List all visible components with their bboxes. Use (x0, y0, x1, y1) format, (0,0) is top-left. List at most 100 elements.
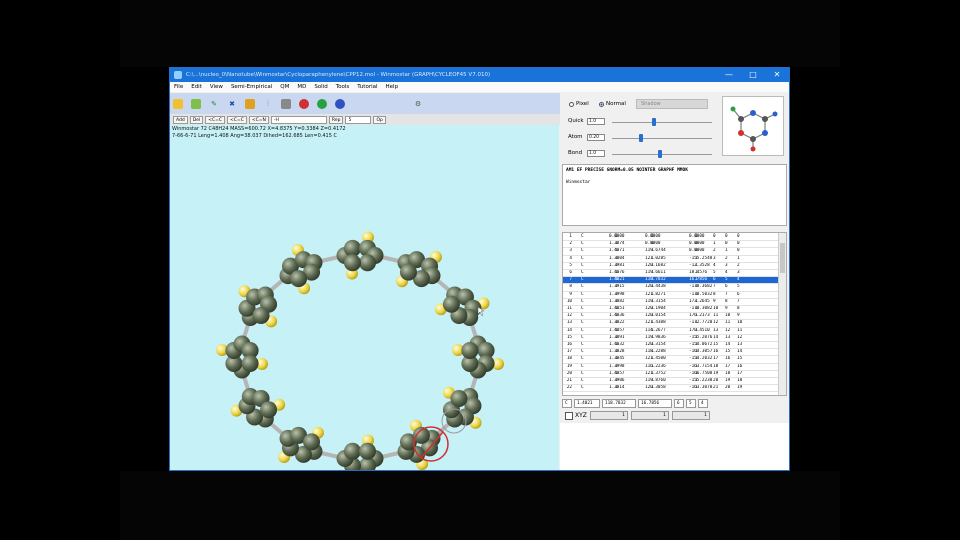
menu-qm[interactable]: QM (280, 84, 289, 90)
carbon-atom[interactable] (442, 295, 460, 313)
table-row[interactable]: 15 C 1.3891 1 119.9836 1 -155.2076 1 14 13 12 (563, 335, 779, 342)
atom-slider-track[interactable] (612, 138, 712, 139)
open-folder-icon[interactable] (173, 98, 183, 109)
table-row[interactable]: 21 C 1.3906 1 119.8760 1 -155.2238 1 20 19 18 (563, 378, 779, 386)
lock-icon[interactable] (245, 98, 255, 109)
bond-slider-thumb[interactable] (658, 150, 663, 158)
edit-dihedral[interactable]: 16.7856 (638, 399, 672, 408)
c-c-button-1[interactable]: <C=C (205, 115, 226, 124)
group-select[interactable]: -H (270, 115, 327, 124)
table-row[interactable]: 19 C 1.3998 1 116.2236 1 -163.7154 1 18 17 16 (563, 364, 779, 371)
keyword-text-panel[interactable]: AM1 EF PRECISE GNORM=0.05 NOINTER GRAPHF… (562, 164, 787, 226)
carbon-atom[interactable] (450, 390, 468, 408)
table-row[interactable]: 18 C 1.3845 1 121.4500 1 -154.2032 1 17 16 15 (563, 356, 779, 364)
table-row[interactable]: 6 C 1.4076 1 119.6611 1 18.4576 1 5 4 3 (563, 270, 779, 278)
mode-pixel-radio[interactable]: Pixel (569, 101, 589, 107)
quick-slider-thumb[interactable] (652, 118, 657, 126)
monitor-icon[interactable] (281, 98, 291, 109)
menu-solid[interactable]: Solid (314, 84, 327, 90)
xyz-select-1[interactable]: 1 (589, 411, 628, 420)
bond-value[interactable]: 1.0 (587, 150, 605, 157)
edit-element[interactable]: C (562, 399, 572, 408)
maximize-button[interactable]: □ (741, 68, 765, 82)
table-row[interactable]: 1 C 0.0000 0 0.0000 0 0.0000 0 0 0 0 (563, 234, 779, 242)
count-select[interactable]: 5 (345, 115, 372, 124)
molecule-viewport[interactable]: Winmostar 72 C48H24 MASS=600.72 X=4.8375… (170, 125, 559, 471)
cross-tool-icon[interactable]: ✖ (227, 99, 237, 109)
table-row[interactable]: 14 C 1.4057 1 114.2677 1 170.4510 1 13 12 11 (563, 328, 779, 335)
carbon-atom[interactable] (399, 263, 417, 281)
delete-button[interactable]: Del (189, 115, 204, 124)
table-row[interactable]: 9 C 1.3998 1 121.8271 1 -170.5032 1 8 7 6 (563, 292, 779, 299)
carbon-atom[interactable] (359, 442, 376, 460)
green-sphere-icon[interactable] (317, 98, 327, 109)
table-row[interactable]: 5 C 1.3981 1 120.1682 1 -12.3528 1 4 3 2 (563, 263, 779, 270)
table-cell: 2 (569, 241, 572, 247)
wrench-icon[interactable]: ✎ (209, 99, 219, 109)
red-sphere-icon[interactable] (299, 98, 309, 109)
carbon-atom[interactable] (461, 342, 479, 359)
xyz-select-3[interactable]: 1 (671, 411, 710, 420)
align-icon[interactable]: ⫶ (263, 99, 273, 109)
mode-shadow-radio[interactable]: Shadow (636, 99, 708, 109)
carbon-atom[interactable] (359, 254, 376, 272)
carbon-atom[interactable] (260, 401, 278, 419)
table-row[interactable]: 4 C 1.3804 1 121.0285 1 -155.2548 1 3 2 1 (563, 256, 779, 263)
table-row[interactable]: 8 C 1.3915 1 120.4438 1 -178.3682 1 7 6 5 (563, 284, 779, 292)
blue-sphere-icon[interactable] (335, 98, 345, 109)
table-row[interactable]: 22 C 1.3814 1 120.3058 1 -163.3078 1 21 20 19 (563, 385, 779, 393)
save-icon[interactable] (191, 98, 201, 109)
table-cell: C (581, 327, 584, 333)
edit-length[interactable]: 1.4021 (574, 399, 600, 408)
table-row[interactable]: 17 C 1.3828 1 118.2288 1 -164.3057 1 16 15 14 (563, 349, 779, 357)
atom-table[interactable]: 22 C 1.3814 1 120.3058 1 -163.3078 1 21 20 19 21 C 1.… (562, 232, 787, 396)
edit-ref2[interactable]: 5 (686, 399, 696, 408)
op-button[interactable]: Op (373, 115, 386, 124)
menu-file[interactable]: File (174, 84, 183, 90)
menu-help[interactable]: Help (386, 84, 399, 90)
table-row[interactable]: 2 C 1.3874 1 0.0000 0 0.0000 0 1 0 0 (563, 241, 779, 249)
table-row[interactable]: 10 C 1.3882 1 119.3154 1 173.2645 1 9 8 7 (563, 299, 779, 306)
menu-md[interactable]: MD (297, 84, 306, 90)
carbon-atom[interactable] (344, 442, 361, 460)
quick-value[interactable]: 1.0 (587, 118, 605, 125)
table-row[interactable]: 7 C 1.4021 1 118.7832 1 16.7856 1 6 5 4 (563, 277, 779, 285)
carbon-atom[interactable] (241, 355, 259, 372)
table-row[interactable]: 3 C 1.4071 1 119.6744 1 0.0000 0 2 1 0 (563, 248, 779, 256)
menu-edit[interactable]: Edit (191, 84, 202, 90)
edit-angle[interactable]: 118.7832 (602, 399, 636, 408)
edit-ref1[interactable]: 6 (674, 399, 684, 408)
atom-slider-thumb[interactable] (638, 134, 643, 142)
edit-ref3[interactable]: 4 (698, 399, 708, 408)
c-c-button-2[interactable]: <C=C (227, 115, 247, 124)
mode-normal-radio[interactable]: Normal (599, 101, 626, 107)
gear-icon[interactable]: ⚙ (413, 99, 423, 109)
menu-tools[interactable]: Tools (336, 84, 350, 90)
quick-slider-track[interactable] (612, 122, 712, 123)
add-button[interactable]: Add (173, 115, 188, 124)
atoms (216, 231, 504, 471)
carbon-atom[interactable] (344, 254, 361, 272)
table-row[interactable]: 13 C 1.3822 1 121.4308 1 -172.7720 1 12 11 10 (563, 320, 779, 328)
carbon-atom[interactable] (252, 306, 270, 324)
table-cell: 10 (737, 320, 743, 326)
table-row[interactable]: 20 C 1.4057 1 121.3752 1 -166.7508 1 19 18 17 (563, 371, 779, 378)
atom-value[interactable]: 0.20 (587, 134, 605, 141)
minimize-button[interactable]: — (717, 68, 741, 82)
menu-semi-empirical[interactable]: Semi-Empirical (231, 84, 272, 90)
c-n-button[interactable]: <C=N (248, 115, 269, 124)
carbon-atom[interactable] (303, 433, 321, 451)
table-row[interactable]: 16 C 1.4032 1 120.3154 1 -154.0672 1 15 14 13 (563, 342, 779, 350)
table-row[interactable]: 12 C 1.4836 1 120.0154 1 176.2173 1 11 10 9 (563, 313, 779, 321)
xyz-select-2[interactable]: 1 (630, 411, 669, 420)
close-button[interactable]: ✕ (765, 68, 789, 82)
table-cell: 1 (651, 385, 654, 391)
hydrogen-atom[interactable] (346, 470, 358, 471)
menu-view[interactable]: View (210, 84, 223, 90)
atom-table-scrollbar[interactable] (778, 233, 786, 395)
carbon-atom[interactable] (290, 270, 308, 288)
xyz-checkbox[interactable] (565, 411, 573, 420)
table-row[interactable]: 11 C 1.4051 1 120.1904 1 -170.3082 1 10 9 8 (563, 306, 779, 314)
menu-tutorial[interactable]: Tutorial (357, 84, 377, 90)
replace-button[interactable]: Rep (328, 115, 344, 124)
